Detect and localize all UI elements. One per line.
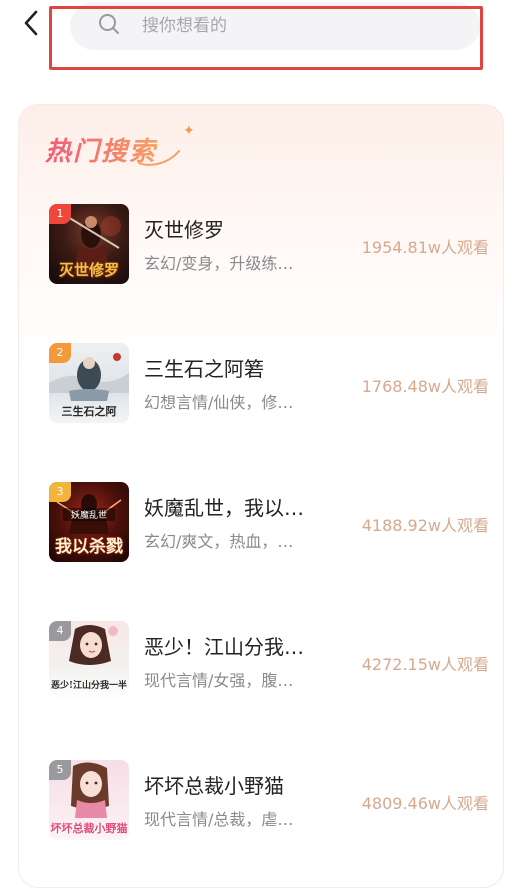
book-tags: 现代言情/总裁，虐… — [144, 810, 294, 829]
book-tags: 现代言情/女强，腹… — [144, 671, 294, 690]
book-title: 灭世修罗 — [144, 218, 224, 242]
book-cover: 5 坏坏总裁小野猫 — [49, 760, 129, 840]
chevron-left-icon — [22, 9, 40, 41]
rank-badge: 5 — [49, 760, 71, 780]
view-count: 1768.48w人观看 — [361, 377, 489, 396]
cover-subtitle: 妖魔乱世 — [63, 508, 115, 521]
rank-badge: 4 — [49, 621, 71, 641]
search-page: 热门搜索 ✦ 1 灭世修罗 灭世修罗 玄幻/变身，升级练… 1954.81w人观… — [0, 0, 513, 890]
back-button[interactable] — [14, 8, 48, 42]
book-title: 恶少！江山分我… — [144, 635, 304, 659]
rank-badge: 2 — [49, 343, 71, 363]
book-cover: 4 恶少!江山分我一半 — [49, 621, 129, 701]
hot-item-5[interactable]: 5 坏坏总裁小野猫 坏坏总裁小野猫 现代言情/总裁，虐… 4809.46w人观看 — [49, 760, 489, 840]
book-title: 三生石之阿箬 — [144, 357, 264, 381]
book-tags: 玄幻/爽文，热血，… — [144, 532, 294, 551]
hot-item-1[interactable]: 1 灭世修罗 灭世修罗 玄幻/变身，升级练… 1954.81w人观看 — [49, 204, 489, 284]
book-title: 妖魔乱世，我以… — [144, 496, 304, 520]
book-title: 坏坏总裁小野猫 — [144, 774, 284, 798]
cover-title: 我以杀戮 — [55, 537, 123, 557]
title-swoosh-decoration — [138, 150, 180, 166]
view-count: 4809.46w人观看 — [361, 794, 489, 813]
view-count: 4188.92w人观看 — [361, 516, 489, 535]
book-tags: 幻想言情/仙侠，修… — [144, 393, 294, 412]
book-tags: 玄幻/变身，升级练… — [144, 254, 294, 273]
search-highlight-box — [49, 6, 483, 70]
rank-badge: 1 — [49, 204, 71, 224]
hot-item-4[interactable]: 4 恶少!江山分我一半 恶少！江山分我… 现代言情/女强，腹… 4272.15w… — [49, 621, 489, 701]
sparkle-icon: ✦ — [183, 123, 195, 139]
book-cover: 3 妖魔乱世 我以杀戮 — [49, 482, 129, 562]
book-cover: 1 灭世修罗 — [49, 204, 129, 284]
hot-item-3[interactable]: 3 妖魔乱世 我以杀戮 妖魔乱世，我以… 玄幻/爽文，热血，… 4188.92w… — [49, 482, 489, 562]
rank-badge: 3 — [49, 482, 71, 502]
view-count: 1954.81w人观看 — [361, 238, 489, 257]
cover-title: 灭世修罗 — [58, 261, 119, 279]
cover-title: 恶少!江山分我一半 — [51, 681, 127, 691]
hot-search-panel: 热门搜索 ✦ 1 灭世修罗 灭世修罗 玄幻/变身，升级练… 1954.81w人观… — [18, 104, 504, 888]
cover-title: 坏坏总裁小野猫 — [50, 822, 128, 835]
cover-title: 三生石之阿 — [61, 405, 117, 418]
view-count: 4272.15w人观看 — [361, 655, 489, 674]
hot-item-2[interactable]: 2 三生石之阿 三生石之阿箬 幻想言情/仙侠，修… 1768.48w人观看 — [49, 343, 489, 423]
book-cover: 2 三生石之阿 — [49, 343, 129, 423]
